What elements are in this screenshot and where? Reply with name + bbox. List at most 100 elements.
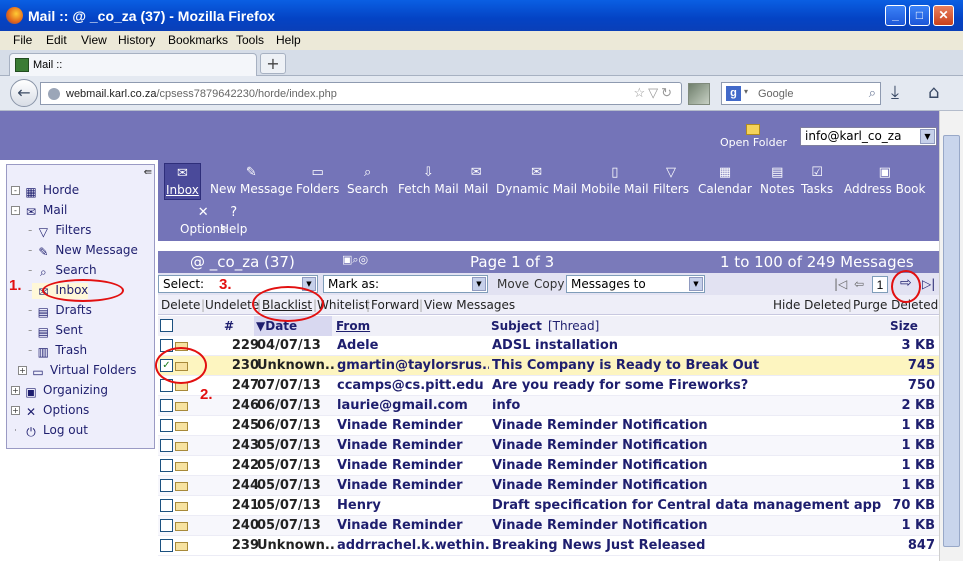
column-thread[interactable]: [Thread] [548,316,599,336]
toolbar-calendar-button[interactable]: ▦ Calendar [698,165,752,196]
cell-from[interactable]: Vinade Reminder [337,416,489,436]
toolbar-filters-button[interactable]: ▽ Filters [653,165,689,196]
maximize-button[interactable]: □ [909,5,930,26]
table-row[interactable]: 243 05/07/13 Vinade Reminder Vinade Reminde… [158,436,939,456]
cell-subject[interactable]: info [492,396,882,416]
cell-subject[interactable]: ADSL installation [492,336,882,356]
cell-from[interactable]: addrrachel.k.wethin... [337,536,489,556]
row-checkbox[interactable] [160,439,173,452]
cell-from[interactable]: Henry [337,496,489,516]
view-messages-button[interactable]: View Messages [424,298,515,312]
bookmark-star-icon[interactable]: ☆▽↻ [633,85,675,101]
first-page-icon[interactable]: |◁ [834,277,847,291]
collapse-icon[interactable]: - [11,186,20,195]
magnifier-icon[interactable]: ⌕ [869,85,876,101]
cell-subject[interactable]: Vinade Reminder Notification [492,476,882,496]
cell-from[interactable]: Adele [337,336,489,356]
row-checkbox[interactable] [160,519,173,532]
collapse-icon[interactable]: - [11,206,20,215]
expand-icon[interactable]: + [18,366,27,375]
cell-from[interactable]: ccamps@cs.pitt.edu [337,376,489,396]
toolbar-fetch-mail-button[interactable]: ⇩ Fetch Mail [398,165,459,196]
table-row[interactable]: 229 04/07/13 Adele ADSL installation 3 KB [158,336,939,356]
cell-from[interactable]: Vinade Reminder [337,516,489,536]
sidebar-item-drafts[interactable]: - ▤ Drafts [28,303,92,319]
menu-help[interactable]: Help [276,33,301,47]
toolbar-search-button[interactable]: ⌕ Search [347,165,388,196]
cell-subject[interactable]: Vinade Reminder Notification [492,436,882,456]
table-row[interactable]: ✓ 230 Unknown... gmartin@taylorsrus... This … [158,356,939,376]
table-row[interactable]: 247 07/07/13 ccamps@cs.pitt.edu Are you rea… [158,376,939,396]
vertical-scrollbar[interactable] [939,111,963,561]
hide-deleted-button[interactable]: Hide Deleted [773,298,851,312]
toolbar-mobile-mail-button[interactable]: ▯ Mobile Mail [581,165,649,196]
sidebar-item-sent[interactable]: - ▤ Sent [28,323,83,339]
cell-subject[interactable]: This Company is Ready to Break Out [492,356,882,376]
cell-from[interactable]: laurie@gmail.com [337,396,489,416]
toolbar-dynamic-mail-button[interactable]: ✉ Dynamic Mail [496,165,577,196]
prev-page-icon[interactable]: ⇦ [854,277,864,291]
sidebar-item-search[interactable]: - ⌕ Search [28,263,97,279]
sidebar-item-log-out[interactable]: · ⏻ Log out [11,423,88,439]
row-checkbox[interactable] [160,399,173,412]
tab-mail[interactable]: Mail :: [9,53,257,77]
back-arrow-icon[interactable]: ← [10,79,38,107]
scrollbar-thumb[interactable] [943,135,960,547]
minimize-button[interactable]: _ [885,5,906,26]
search-bar[interactable]: g ▾ Google ⌕ [721,82,881,105]
cell-subject[interactable]: Vinade Reminder Notification [492,516,882,536]
sidebar-item-mail[interactable]: - ✉ Mail [11,203,67,219]
table-row[interactable]: 242 05/07/13 Vinade Reminder Vinade Reminde… [158,456,939,476]
table-row[interactable]: 246 06/07/13 laurie@gmail.com info 2 KB [158,396,939,416]
menu-view[interactable]: View [81,33,107,47]
close-button[interactable]: ✕ [933,5,954,26]
sidebar-item-organizing[interactable]: + ▣ Organizing [11,383,108,399]
new-tab-button[interactable]: + [260,53,286,74]
toolbar-mail-button[interactable]: ✉ Mail [464,165,488,196]
cell-subject[interactable]: Are you ready for some Fireworks? [492,376,882,396]
table-row[interactable]: 239 Unknown... addrrachel.k.wethin... Break… [158,536,939,556]
toolbar-new-message-button[interactable]: ✎ New Message [210,165,293,196]
column-subject[interactable]: Subject [491,316,542,336]
cell-from[interactable]: gmartin@taylorsrus... [337,356,489,376]
url-bar[interactable]: webmail.karl.co.za/cpsess7879642230/hord… [40,82,682,105]
sidebar-item-trash[interactable]: - ▥ Trash [28,343,87,359]
purge-deleted-button[interactable]: Purge Deleted [853,298,938,312]
toolbar-help-button[interactable]: ? Help [220,205,247,236]
mailbox-icons[interactable]: ▣⌕◎ [342,253,368,267]
menu-tools[interactable]: Tools [236,33,264,47]
cell-from[interactable]: Vinade Reminder [337,436,489,456]
open-folder-button[interactable]: Open Folder [720,124,787,149]
column-number[interactable]: # [224,316,234,336]
row-checkbox[interactable] [160,419,173,432]
row-checkbox[interactable] [160,479,173,492]
toolbar-inbox-button[interactable]: ✉ Inbox [164,163,201,200]
forward-button[interactable]: Forward [371,298,419,312]
account-select[interactable]: info@karl_co_za ▼ [800,127,937,146]
home-icon[interactable]: ⌂ [928,82,939,103]
page-number-input[interactable] [872,276,888,293]
menu-file[interactable]: File [13,33,32,47]
expand-icon[interactable]: + [11,406,20,415]
sidebar-item-new-message[interactable]: - ✎ New Message [28,243,138,259]
menu-history[interactable]: History [118,33,155,47]
cell-from[interactable]: Vinade Reminder [337,476,489,496]
addon-icon[interactable] [688,83,710,105]
sidebar-item-filters[interactable]: - ▽ Filters [28,223,91,239]
sidebar-item-virtual-folders[interactable]: + ▭ Virtual Folders [18,363,136,379]
cell-subject[interactable]: Draft specification for Central data man… [492,496,882,516]
sidebar-item-options[interactable]: + ✕ Options [11,403,89,419]
copy-button[interactable]: Copy [534,277,564,291]
table-row[interactable]: 240 05/07/13 Vinade Reminder Vinade Reminde… [158,516,939,536]
select-all-checkbox[interactable] [160,319,173,332]
table-row[interactable]: 241 05/07/13 Henry Draft specification for … [158,496,939,516]
table-row[interactable]: 245 06/07/13 Vinade Reminder Vinade Reminde… [158,416,939,436]
row-checkbox[interactable] [160,459,173,472]
sidebar-item-horde[interactable]: - ▦ Horde [11,183,79,199]
messages-to-dropdown[interactable]: Messages to ▼ [566,275,705,293]
menu-bookmarks[interactable]: Bookmarks [168,33,228,47]
column-size[interactable]: Size [890,316,918,336]
cell-subject[interactable]: Breaking News Just Released [492,536,882,556]
toolbar-tasks-button[interactable]: ☑ Tasks [801,165,833,196]
delete-button[interactable]: Delete [161,298,200,312]
